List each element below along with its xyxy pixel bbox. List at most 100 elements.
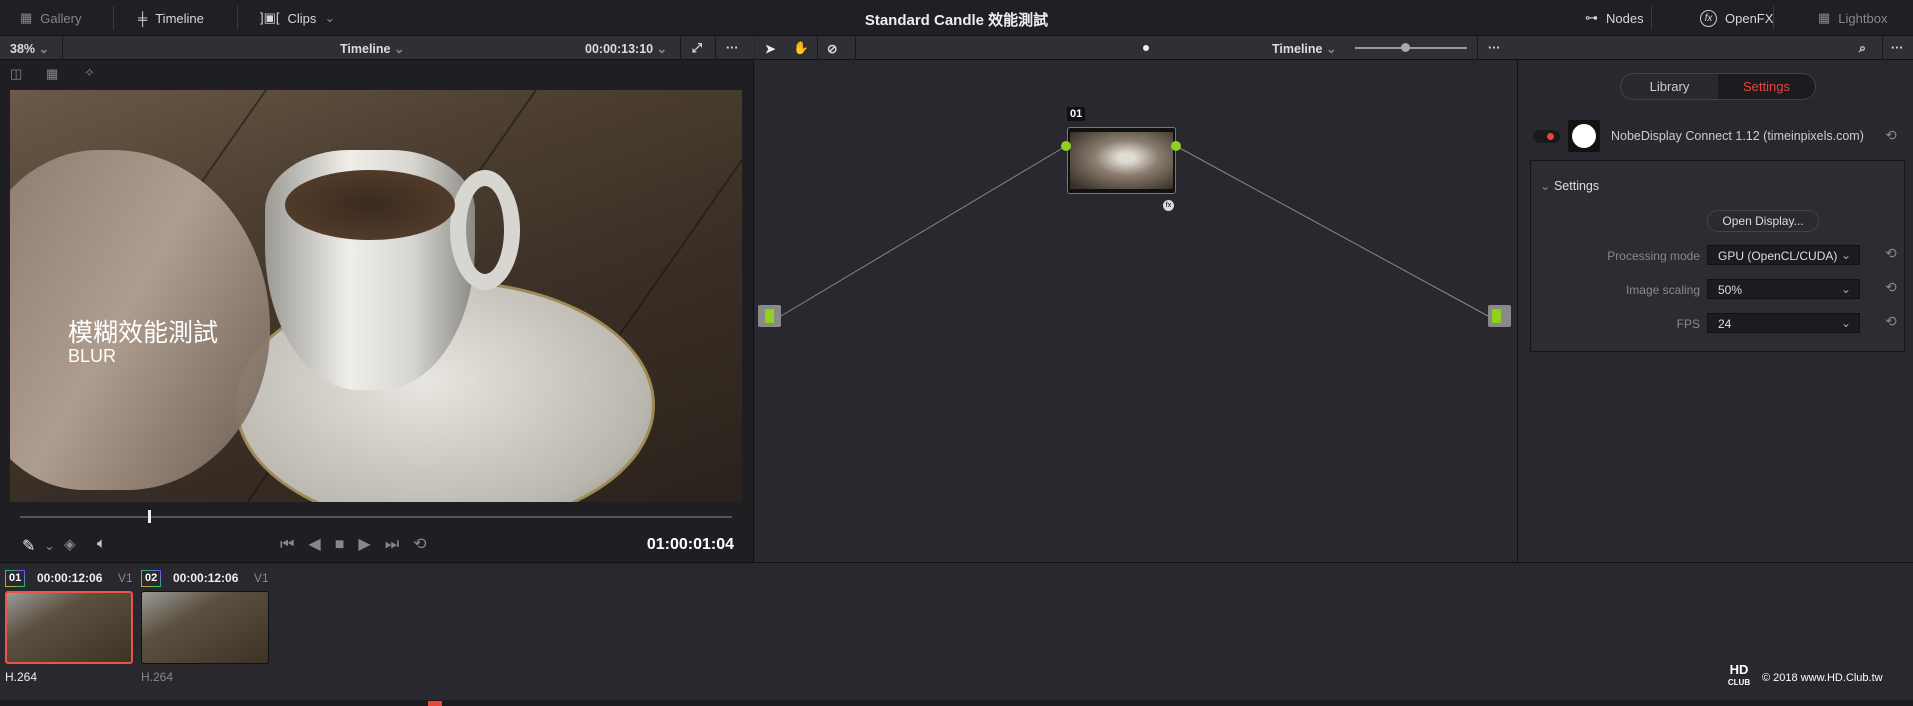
clips-strip — [0, 562, 1913, 700]
inspector-header: ⌕ ··· — [1517, 36, 1913, 60]
magic-wand-icon[interactable]: ✧ — [84, 65, 95, 81]
reset-icon[interactable]: ⟲ — [1885, 245, 1897, 262]
nodes-icon: ⊶ — [1585, 10, 1598, 25]
watermark-text: © 2018 www.HD.Club.tw — [1762, 672, 1883, 684]
video-preview[interactable]: 模糊效能測試 BLUR — [10, 90, 742, 502]
playhead[interactable] — [148, 510, 152, 523]
hand-tool-icon[interactable]: ✋ — [793, 41, 809, 56]
clip-number-badge: 02 — [141, 570, 162, 587]
connection-line — [1175, 145, 1489, 317]
zoom-slider[interactable] — [1355, 47, 1467, 49]
input-node[interactable] — [758, 305, 781, 327]
search-icon[interactable]: ⌕ — [1859, 41, 1866, 56]
loop-icon[interactable]: ⟲ — [413, 536, 440, 553]
fps-select[interactable]: 24 ⌄ — [1707, 313, 1860, 333]
clip-thumbnail[interactable] — [141, 591, 269, 664]
overlay-title: 模糊效能測試 — [68, 319, 219, 347]
clip-timecode: 00:00:12:06 — [37, 571, 103, 585]
node-input-dot[interactable] — [1061, 141, 1071, 151]
reset-icon[interactable]: ⟲ — [1885, 127, 1897, 144]
page-dot-icon[interactable] — [1143, 45, 1149, 51]
param-label: Image scaling — [1625, 283, 1700, 297]
more-options-icon[interactable]: ··· — [1488, 41, 1501, 55]
open-display-button[interactable]: Open Display... — [1707, 210, 1819, 232]
zoom-value: 38% — [10, 42, 36, 56]
timeline-ruler[interactable] — [0, 700, 1913, 706]
fx-icon: fx — [1700, 9, 1717, 27]
param-label: FPS — [1676, 317, 1700, 331]
node-editor[interactable]: 01 fx — [755, 60, 1517, 562]
chevron-down-icon: ⌄ — [1840, 248, 1851, 262]
lightbox-button[interactable]: ▦ Lightbox — [1818, 0, 1887, 36]
plugin-enable-toggle[interactable] — [1533, 130, 1560, 143]
more-options-icon[interactable]: ··· — [726, 41, 739, 55]
layers-icon[interactable]: ◈ — [64, 535, 76, 553]
node-output-dot[interactable] — [1171, 141, 1181, 151]
zoom-slider-handle[interactable] — [1401, 43, 1410, 52]
inspector-tabs: Library Settings — [1620, 73, 1816, 100]
play-icon[interactable]: ▶ — [358, 536, 384, 553]
scrubber[interactable] — [20, 516, 732, 518]
chevron-down-icon: ⌄ — [1840, 316, 1851, 330]
image-scaling-select[interactable]: 50% ⌄ — [1707, 279, 1860, 299]
grid-icon: ▦ — [1818, 10, 1831, 25]
eyedropper-icon[interactable]: ✎ — [22, 536, 35, 556]
pointer-tool-icon[interactable]: ➤ — [765, 41, 775, 56]
timecode-dropdown[interactable]: 00:00:13:10 ⌄ — [585, 41, 667, 56]
chevron-down-icon: ⌄ — [1840, 282, 1851, 296]
clip-number-badge: 01 — [5, 570, 26, 587]
top-bar: ▦ Gallery ╪ Timeline ]▣[Clips ⌄ Standard Ca… — [0, 0, 1913, 36]
tab-settings[interactable]: Settings — [1718, 74, 1815, 99]
reset-icon[interactable]: ⟲ — [1885, 313, 1897, 330]
connection-line — [780, 145, 1067, 317]
clip-track: V1 — [118, 571, 133, 585]
total-timecode: 00:00:13:10 — [585, 42, 654, 56]
viewer-header: 38% ⌄ Timeline ⌄ 00:00:13:10 ⌄ ⤢ ··· — [0, 36, 754, 60]
section-title: Settings — [1553, 179, 1600, 193]
zoom-dropdown[interactable]: 38% ⌄ — [10, 41, 49, 56]
timeline-name: Timeline — [340, 42, 391, 56]
corrector-node[interactable] — [1067, 127, 1176, 194]
current-timecode: 01:00:01:04 — [646, 536, 734, 553]
play-reverse-icon[interactable]: ◀ — [308, 536, 334, 553]
node-timeline-name: Timeline — [1272, 42, 1323, 56]
clip-codec: H.264 — [141, 670, 174, 684]
fx-badge-icon: fx — [1163, 200, 1174, 211]
split-view-icon[interactable]: ◫ — [10, 66, 22, 82]
lightbox-label: Lightbox — [1838, 10, 1888, 26]
skip-start-icon[interactable]: ⏮︎ — [280, 536, 308, 553]
node-timeline-dropdown[interactable]: Timeline ⌄ — [1272, 41, 1336, 56]
tab-library[interactable]: Library — [1621, 74, 1718, 99]
chevron-down-icon: ⌄ — [1540, 179, 1551, 193]
plugin-name: NobeDisplay Connect 1.12 (timeinpixels.c… — [1611, 129, 1864, 143]
speaker-icon[interactable]: 🔈︎ — [97, 535, 106, 552]
clip-track: V1 — [254, 571, 269, 585]
nodes-button[interactable]: ⊶ Nodes — [1585, 0, 1644, 36]
chevron-down-icon[interactable]: ⌄ — [44, 538, 55, 554]
timeline-playhead[interactable] — [428, 701, 442, 706]
processing-mode-select[interactable]: GPU (OpenCL/CUDA) ⌄ — [1707, 245, 1860, 265]
clip-thumbnail[interactable] — [5, 591, 133, 664]
select-value: 24 — [1718, 317, 1732, 331]
clip-timecode: 00:00:12:06 — [173, 571, 239, 585]
grid-view-icon[interactable]: ▦ — [46, 66, 58, 82]
hdclub-logo: HD CLUB — [1727, 662, 1751, 687]
openfx-button[interactable]: fx OpenFX — [1700, 0, 1773, 36]
plugin-logo-icon — [1568, 120, 1600, 152]
node-header: ➤ ✋ ⊘ Timeline ⌄ ··· — [755, 36, 1517, 60]
skip-end-icon[interactable]: ⏭︎ — [385, 536, 413, 553]
bypass-icon[interactable]: ⊘ — [827, 41, 837, 56]
node-thumbnail — [1070, 132, 1173, 189]
stop-icon[interactable]: ■ — [335, 536, 359, 553]
openfx-label: OpenFX — [1725, 10, 1774, 26]
overlay-subtitle: BLUR — [68, 346, 117, 366]
reset-icon[interactable]: ⟲ — [1885, 279, 1897, 296]
node-label: 01 — [1067, 107, 1086, 121]
select-value: GPU (OpenCL/CUDA) — [1718, 249, 1838, 263]
clip-codec: H.264 — [5, 670, 38, 684]
nodes-label: Nodes — [1606, 10, 1644, 26]
timeline-dropdown[interactable]: Timeline ⌄ — [340, 41, 404, 56]
fullscreen-icon[interactable]: ⤢ — [692, 41, 702, 56]
more-options-icon[interactable]: ··· — [1891, 41, 1904, 55]
settings-section-toggle[interactable]: ⌄ Settings — [1540, 178, 1599, 193]
